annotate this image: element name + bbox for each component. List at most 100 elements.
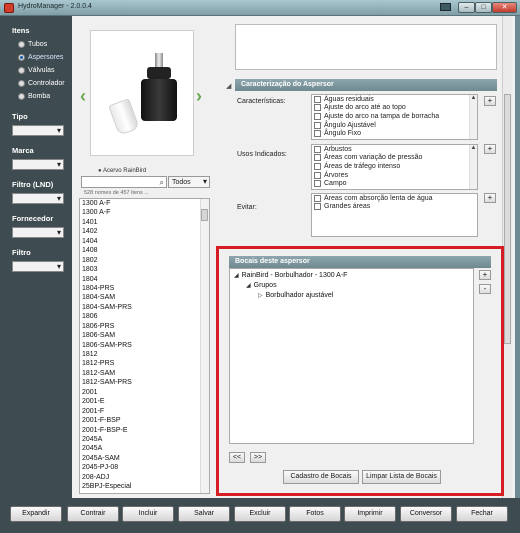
radio-aspersores[interactable]: Aspersores [12,54,72,61]
list-item[interactable]: 1300 A-F [80,208,209,217]
fechar-button[interactable]: Fechar [456,506,508,522]
caracteristica-option[interactable]: Ajuste do arco na tampa de borracha [312,112,477,121]
search-icon[interactable]: ⌕ [160,178,164,188]
usos-list[interactable]: Arbustos Áreas com variação de pressão Áre… [311,144,478,190]
list-item[interactable]: 208-ADJ [80,473,209,482]
close-button[interactable]: ✕ [492,2,517,13]
checkbox[interactable] [314,180,321,188]
limpar-lista-bocais-button[interactable]: Limpar Lista de Bocais [362,470,441,484]
checkbox[interactable] [314,194,321,202]
tree-root-node[interactable]: ◢ RainBird - Borbulhador - 1300 A-F [234,272,347,279]
list-scrollbar[interactable] [200,199,209,493]
checkbox[interactable] [314,154,321,162]
maximize-button[interactable]: □ [475,2,492,13]
checkbox[interactable] [314,121,321,129]
fotos-button[interactable]: Fotos [289,506,341,522]
list-item[interactable]: 1408 [80,246,209,255]
description-textarea[interactable] [235,24,497,70]
conversor-button[interactable]: Conversor [400,506,452,522]
tree-leaf-node[interactable]: ▷ Borbulhador ajustável [258,292,333,299]
radio-controlador[interactable]: Controlador [12,80,72,87]
radio-bomba[interactable]: Bomba [12,93,72,100]
tipo-select[interactable] [12,125,64,136]
uso-option[interactable]: Áreas com variação de pressão [312,154,477,163]
cadastro-bocais-button[interactable]: Cadastro de Bocais [283,470,359,484]
list-item[interactable]: 2001-E [80,397,209,406]
list-item[interactable]: 1804 [80,275,209,284]
contrair-button[interactable]: Contrair [67,506,119,522]
list-item[interactable]: 2045A-SAM [80,454,209,463]
incluir-button[interactable]: Incluir [122,506,174,522]
product-list[interactable]: 1300 A-F 1300 A-F 1401 1402 1404 1408 1802 1803… [79,198,210,494]
list-item[interactable]: 2045A [80,435,209,444]
evitar-option[interactable]: Áreas com absorção lenta de água [312,194,477,203]
list-item[interactable]: 1300 A-F [80,199,209,208]
list-item[interactable]: 1802 [80,256,209,265]
list-item[interactable]: 1404 [80,237,209,246]
details-scroll-thumb[interactable] [504,94,511,344]
marca-select[interactable] [12,159,64,170]
previous-image-arrow-icon[interactable]: ‹ [80,87,90,105]
next-page-button[interactable]: >> [250,452,266,463]
list-item[interactable]: 2045A [80,444,209,453]
checkbox[interactable] [314,171,321,179]
expandir-button[interactable]: Expandir [10,506,62,522]
caracteristica-option[interactable]: Ajuste do arco até ao topo [312,104,477,113]
caracteristicas-scrollbar[interactable]: ▲ [469,95,477,139]
add-bocal-button[interactable]: + [479,270,491,280]
checkbox[interactable] [314,112,321,120]
uso-option[interactable]: Árvores [312,171,477,180]
search-input[interactable]: ⌕ [81,176,167,188]
list-item[interactable]: 1804-SAM [80,293,209,302]
checkbox[interactable] [314,104,321,112]
list-item[interactable]: 1402 [80,227,209,236]
fornecedor-select[interactable] [12,227,64,238]
add-uso-button[interactable]: + [484,144,496,154]
remove-bocal-button[interactable]: - [479,284,491,294]
list-item[interactable]: 1812-SAM-PRS [80,378,209,387]
salvar-button[interactable]: Salvar [178,506,230,522]
caracteristica-option[interactable]: Águas residuais [312,95,477,104]
monitor-icon[interactable] [440,3,451,11]
scroll-up-icon[interactable]: ▲ [471,145,477,151]
list-item[interactable]: 1804-PRS [80,284,209,293]
list-item[interactable]: 1812 [80,350,209,359]
scroll-up-icon[interactable]: ▲ [471,95,477,101]
prev-page-button[interactable]: << [229,452,245,463]
list-item[interactable]: 2001-F [80,407,209,416]
collapsed-arrow-icon[interactable]: ▷ [258,293,263,299]
filtro-lnd-select[interactable] [12,193,64,204]
caracteristicas-list[interactable]: Águas residuais Ajuste do arco até ao top… [311,94,478,140]
list-item[interactable]: 2045-PJ-08 [80,463,209,472]
caracteristica-option[interactable]: Ângulo Ajustável [312,121,477,130]
radio-valvulas[interactable]: Válvulas [12,67,72,74]
checkbox[interactable] [314,130,321,138]
filtro-select[interactable] [12,261,64,272]
usos-scrollbar[interactable]: ▲ [469,145,477,189]
list-item[interactable]: 1806-SAM [80,331,209,340]
collapse-arrow-icon[interactable]: ◢ [226,82,231,90]
evitar-option[interactable]: Grandes áreas [312,203,477,212]
list-item[interactable]: 1806-SAM-PRS [80,341,209,350]
expanded-arrow-icon[interactable]: ◢ [234,273,239,279]
uso-option[interactable]: Arbustos [312,145,477,154]
radio-tubos[interactable]: Tubos [12,41,72,48]
tree-group-node[interactable]: ◢ Grupos [246,282,277,289]
expanded-arrow-icon[interactable]: ◢ [246,283,251,289]
add-evitar-button[interactable]: + [484,193,496,203]
checkbox[interactable] [314,95,321,103]
filter-dropdown[interactable]: Todos [168,176,210,188]
uso-option[interactable]: Áreas de tráfego intenso [312,162,477,171]
evitar-list[interactable]: Áreas com absorção lenta de água Grandes … [311,193,478,237]
list-item[interactable]: 25BPJ-Especial [80,482,209,491]
list-item[interactable]: 1804-SAM-PRS [80,303,209,312]
next-image-arrow-icon[interactable]: › [196,87,206,105]
list-item[interactable]: 2001-F-BSP-E [80,426,209,435]
list-item[interactable]: 1812-SAM [80,369,209,378]
excluir-button[interactable]: Excluir [234,506,286,522]
list-item[interactable]: 1806-PRS [80,322,209,331]
list-item[interactable]: 1401 [80,218,209,227]
list-item[interactable]: 1803 [80,265,209,274]
bocais-tree[interactable]: ◢ RainBird - Borbulhador - 1300 A-F ◢ Grup… [229,268,474,444]
uso-option[interactable]: Campo [312,179,477,188]
